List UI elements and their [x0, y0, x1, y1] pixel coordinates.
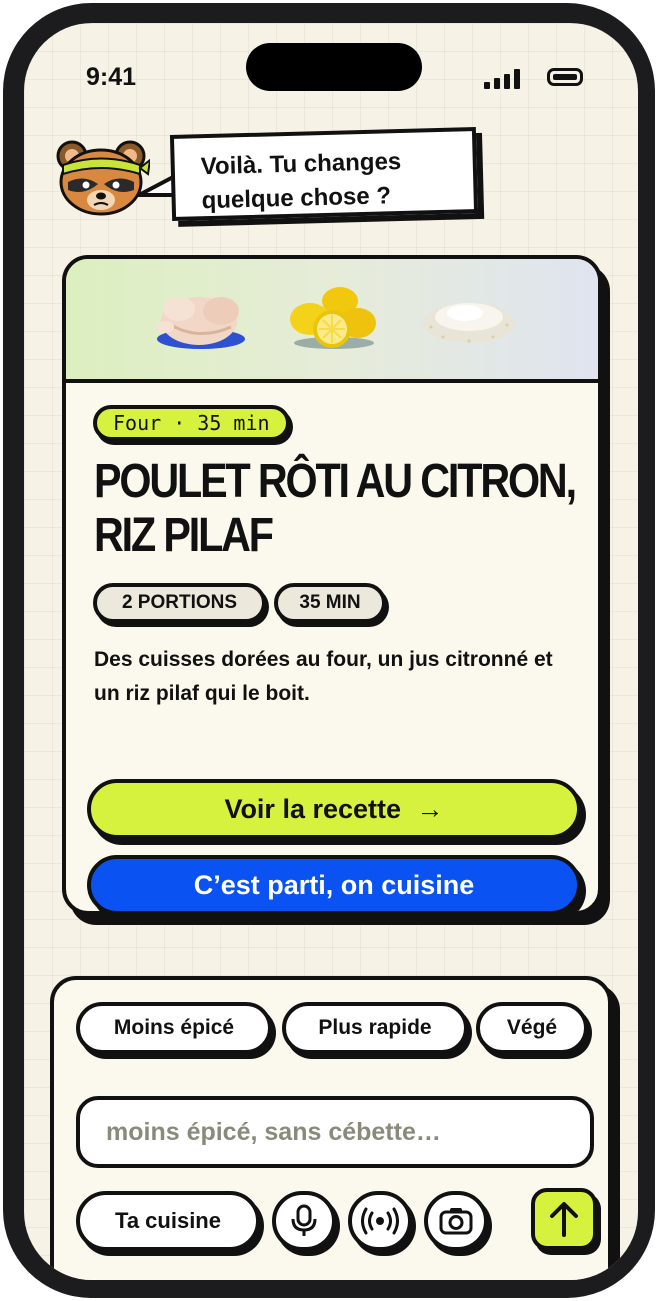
view-recipe-button[interactable]: Voir la recette →: [87, 779, 581, 839]
kitchen-button[interactable]: Ta cuisine: [76, 1191, 260, 1251]
camera-button[interactable]: [424, 1191, 488, 1251]
signal-icon: [484, 82, 490, 89]
modification-input[interactable]: [76, 1096, 594, 1168]
status-icons: [484, 67, 619, 91]
lemons-icon: [290, 287, 376, 349]
signal-bar: [514, 69, 520, 89]
suggestion-less-spicy[interactable]: Moins épicé: [76, 1002, 272, 1054]
composer-panel: Moins épicé Plus rapide Végé Ta cuisine: [50, 976, 612, 1280]
microphone-button[interactable]: [272, 1191, 336, 1251]
start-cooking-button[interactable]: C’est parti, on cuisine: [87, 855, 581, 911]
suggestion-vegetarian[interactable]: Végé: [476, 1002, 588, 1054]
recipe-card: Four · 35 min POULET RÔTI AU CITRON, RIZ…: [62, 255, 602, 915]
cooking-method-chip: Four · 35 min: [93, 405, 290, 441]
signal-bar: [494, 78, 500, 89]
ingredient-banner: [66, 259, 598, 383]
recipe-description: Des cuisses dorées au four, un jus citro…: [94, 648, 553, 705]
status-time: 9:41: [86, 63, 137, 91]
mic-icon: [291, 1204, 317, 1236]
rice-icon: [423, 303, 515, 343]
recipe-title: POULET RÔTI AU CITRON, RIZ PILAF: [94, 455, 577, 562]
duration-tag: 35 MIN: [274, 583, 386, 623]
raccoon-mascot-icon: [56, 140, 150, 216]
broadcast-icon: [361, 1207, 399, 1235]
live-audio-button[interactable]: [348, 1191, 412, 1251]
camera-icon: [439, 1208, 473, 1235]
send-button[interactable]: [531, 1188, 597, 1250]
chicken-icon: [156, 297, 245, 349]
suggestion-faster[interactable]: Plus rapide: [282, 1002, 468, 1054]
view-recipe-label: Voir la recette: [224, 794, 402, 824]
signal-bar: [504, 74, 510, 89]
kitchen-button-label: Ta cuisine: [115, 1208, 221, 1233]
app-screen: 9:41 Voilà. Tu changes quelque chose ? F…: [24, 23, 638, 1280]
assistant-speech-bubble: Voilà. Tu changes quelque chose ?: [169, 127, 479, 221]
dynamic-island: [246, 43, 422, 91]
battery-icon: [547, 68, 583, 86]
assistant-message: Voilà. Tu changes quelque chose ?: [200, 147, 402, 215]
servings-tag: 2 PORTIONS: [93, 583, 266, 623]
arrow-right-icon: →: [416, 794, 444, 824]
arrow-up-icon: [550, 1202, 578, 1237]
phone-frame: 9:41 Voilà. Tu changes quelque chose ? F…: [3, 3, 655, 1298]
